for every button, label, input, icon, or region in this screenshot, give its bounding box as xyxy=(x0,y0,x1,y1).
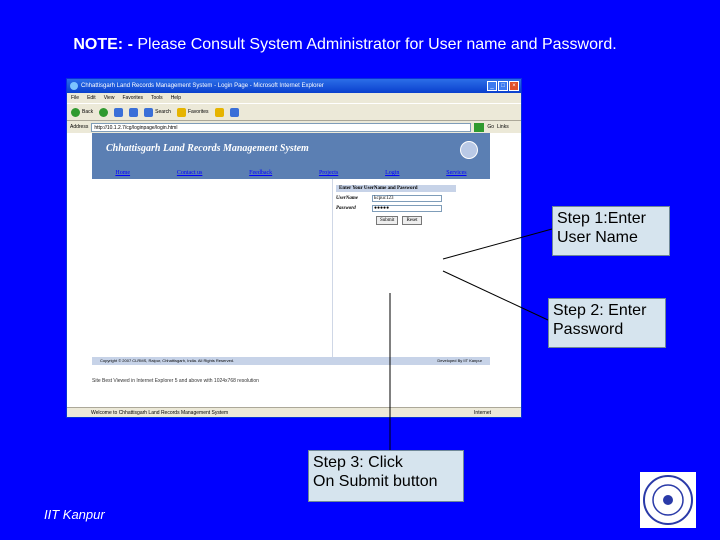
step2-line1: Step 2: Enter xyxy=(553,302,647,319)
step2-line xyxy=(442,270,549,321)
step3-line1: Step 3: Click xyxy=(313,454,403,471)
step2-callout: Step 2: Enter Password xyxy=(548,298,666,348)
step1-line2: User Name xyxy=(557,229,638,246)
step1-line1: Step 1:Enter xyxy=(557,210,646,227)
step3-line2: On Submit button xyxy=(313,473,438,490)
iit-kanpur-label: IIT Kanpur xyxy=(44,507,105,522)
iit-logo-icon xyxy=(640,472,696,528)
step2-line2: Password xyxy=(553,321,624,338)
step1-callout: Step 1:Enter User Name xyxy=(552,206,670,256)
step3-callout: Step 3: Click On Submit button xyxy=(308,450,464,502)
step1-line xyxy=(442,228,553,260)
